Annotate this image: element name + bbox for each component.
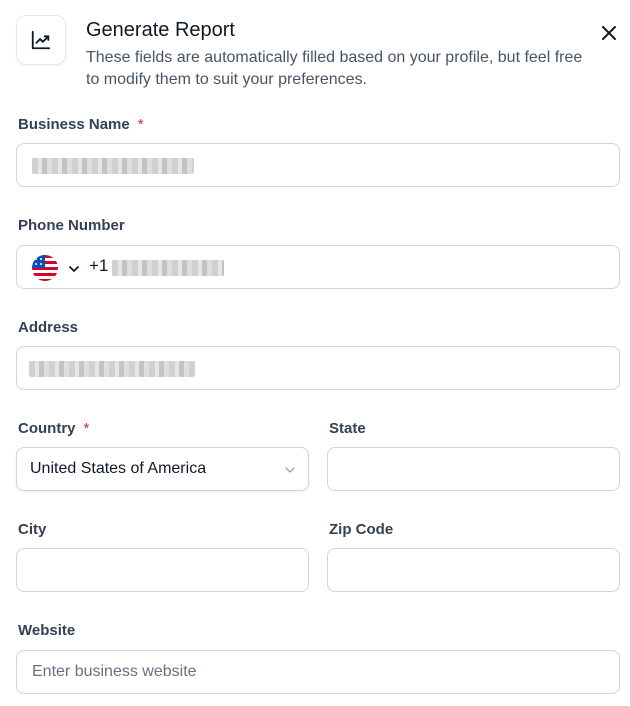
close-icon [602, 26, 616, 40]
us-flag-icon [32, 255, 58, 281]
phone-number-field[interactable]: +1 [16, 245, 620, 289]
report-icon-badge [16, 15, 66, 65]
website-label: Website [18, 622, 76, 639]
dial-code: +1 [89, 256, 109, 275]
chevron-down-icon [69, 266, 79, 272]
website-input[interactable] [17, 651, 619, 693]
close-button[interactable] [598, 22, 620, 44]
required-mark: * [137, 116, 144, 133]
country-select[interactable]: United States of America [16, 447, 309, 491]
zip-code-label: Zip Code [329, 521, 394, 538]
phone-number-label: Phone Number [18, 217, 125, 234]
address-label: Address [18, 319, 79, 336]
zip-code-field[interactable] [327, 548, 620, 592]
country-label: Country * [18, 420, 90, 437]
address-field[interactable] [16, 346, 620, 390]
country-selected-value: United States of America [30, 460, 207, 477]
redacted-address [29, 361, 195, 377]
redacted-phone-number [112, 260, 224, 276]
city-label: City [18, 521, 47, 538]
zip-code-input[interactable] [328, 549, 619, 591]
website-field[interactable] [16, 650, 620, 694]
trending-up-icon [31, 30, 51, 50]
city-field[interactable] [16, 548, 309, 592]
chevron-down-icon [285, 467, 295, 473]
city-input[interactable] [17, 549, 308, 591]
dialog-title: Generate Report [86, 19, 235, 41]
state-label: State [329, 420, 366, 437]
business-name-label: Business Name * [18, 116, 144, 133]
business-name-field[interactable] [16, 143, 620, 187]
state-field[interactable] [327, 447, 620, 491]
state-input[interactable] [328, 448, 619, 490]
country-code-selector[interactable] [32, 255, 82, 281]
redacted-business-name [32, 158, 194, 174]
dialog-subtitle: These fields are automatically filled ba… [86, 49, 583, 88]
required-mark: * [83, 420, 90, 437]
